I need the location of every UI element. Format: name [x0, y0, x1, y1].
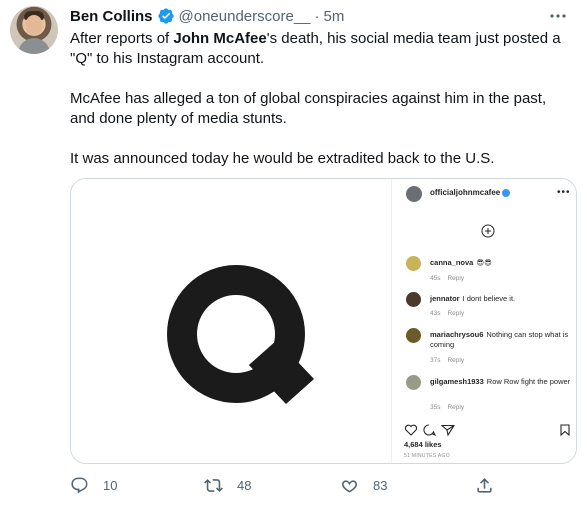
ig-share-icon: [440, 424, 455, 437]
tweet-header: Ben Collins @oneunderscore__ · 5m: [70, 5, 344, 27]
ig-verified-icon: [502, 188, 511, 197]
retweet-count: 48: [237, 478, 252, 493]
avatar-shirt: [18, 38, 50, 54]
separator-dot: ·: [314, 7, 320, 25]
tweet-paragraph-1: After reports of John McAfee's death, hi…: [70, 30, 561, 67]
reply-button[interactable]: 10: [70, 476, 117, 495]
author-name[interactable]: Ben Collins: [70, 8, 153, 25]
ig-bookmark-icon: [560, 424, 570, 437]
reply-count: 10: [103, 478, 118, 493]
q-letter-graphic: [167, 265, 314, 404]
tweet-media-image[interactable]: officialjohnmcafee ••• canna_nova 😎😎 45s R…: [70, 178, 577, 464]
tweet-paragraph-3: It was announced today he would be extra…: [70, 150, 495, 167]
retweet-icon: [204, 479, 223, 492]
retweet-button[interactable]: 48: [204, 476, 251, 495]
ig-commenter-avatar: [406, 328, 421, 343]
more-options-icon[interactable]: [548, 6, 568, 26]
ig-profile-avatar: [406, 186, 422, 202]
tweet-time[interactable]: 5m: [324, 8, 345, 25]
ig-commenter-avatar: [406, 375, 421, 390]
share-icon: [477, 478, 492, 493]
ig-comment-icon: [423, 424, 437, 437]
ig-likes-count: 4,684 likes: [404, 440, 442, 449]
ig-username: officialjohnmcafee: [430, 188, 511, 197]
ig-plus-circle-icon: [481, 224, 495, 238]
ig-commenter-avatar: [406, 292, 421, 307]
ig-action-icons: [404, 424, 570, 437]
ig-commenter-avatar: [406, 256, 421, 271]
ig-more-icon: •••: [557, 187, 571, 198]
ig-heart-icon: [404, 424, 418, 436]
share-button[interactable]: [475, 476, 494, 495]
tweet-paragraph-2: McAfee has alleged a ton of global consp…: [70, 90, 547, 127]
tweet-actions: 10 48 83: [70, 476, 510, 498]
q-image-panel: [71, 179, 391, 463]
author-handle[interactable]: @oneunderscore__: [179, 8, 311, 25]
ig-timestamp: 51 MINUTES AGO: [404, 453, 450, 459]
reply-icon: [71, 477, 88, 494]
like-button[interactable]: 83: [340, 476, 387, 495]
bold-name: John McAfee: [173, 30, 267, 47]
verified-badge-icon: [157, 8, 174, 24]
heart-icon: [341, 480, 358, 493]
avatar-face: [26, 15, 42, 35]
like-count: 83: [373, 478, 388, 493]
instagram-panel: officialjohnmcafee ••• canna_nova 😎😎 45s R…: [391, 179, 576, 463]
tweet-text: After reports of John McAfee's death, hi…: [70, 29, 575, 189]
author-avatar[interactable]: [10, 6, 58, 54]
